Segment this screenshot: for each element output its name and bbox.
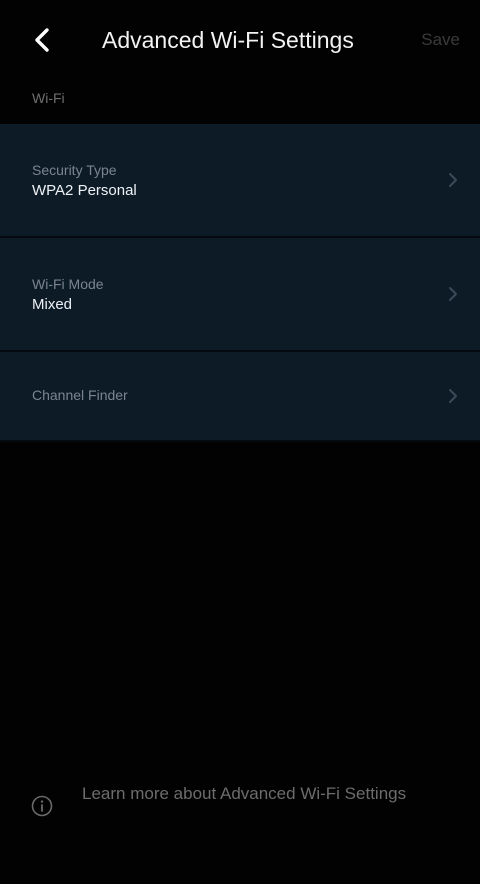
wifi-mode-row[interactable]: Wi-Fi Mode Mixed	[0, 238, 480, 352]
section-label-wifi: Wi-Fi	[32, 90, 65, 106]
security-type-label: Security Type	[32, 162, 117, 178]
chevron-right-icon	[448, 172, 458, 188]
page-title: Advanced Wi-Fi Settings	[102, 27, 354, 53]
row-text: Wi-Fi Mode Mixed	[32, 274, 104, 316]
back-button[interactable]	[22, 20, 62, 60]
learn-more-link[interactable]: Learn more about Advanced Wi-Fi Settings	[30, 780, 450, 818]
chevron-right-icon	[448, 286, 458, 302]
advanced-wifi-settings-screen: Advanced Wi-Fi Settings Save Wi-Fi Secur…	[0, 0, 480, 884]
header: Advanced Wi-Fi Settings Save	[0, 0, 480, 84]
row-text: Channel Finder	[32, 385, 128, 405]
save-button[interactable]: Save	[421, 28, 460, 52]
channel-finder-label: Channel Finder	[32, 387, 128, 403]
wifi-mode-value: Mixed	[32, 296, 73, 313]
row-text: Security Type WPA2 Personal	[32, 160, 137, 202]
channel-finder-row[interactable]: Channel Finder	[0, 352, 480, 442]
chevron-left-icon	[33, 27, 51, 53]
learn-more-text: Learn more about Advanced Wi-Fi Settings	[82, 784, 407, 803]
security-type-value: WPA2 Personal	[32, 182, 137, 199]
settings-list: Security Type WPA2 Personal Wi-Fi Mode M…	[0, 124, 480, 442]
info-icon	[30, 794, 54, 818]
wifi-mode-label: Wi-Fi Mode	[32, 276, 104, 292]
chevron-right-icon	[448, 388, 458, 404]
security-type-row[interactable]: Security Type WPA2 Personal	[0, 124, 480, 238]
